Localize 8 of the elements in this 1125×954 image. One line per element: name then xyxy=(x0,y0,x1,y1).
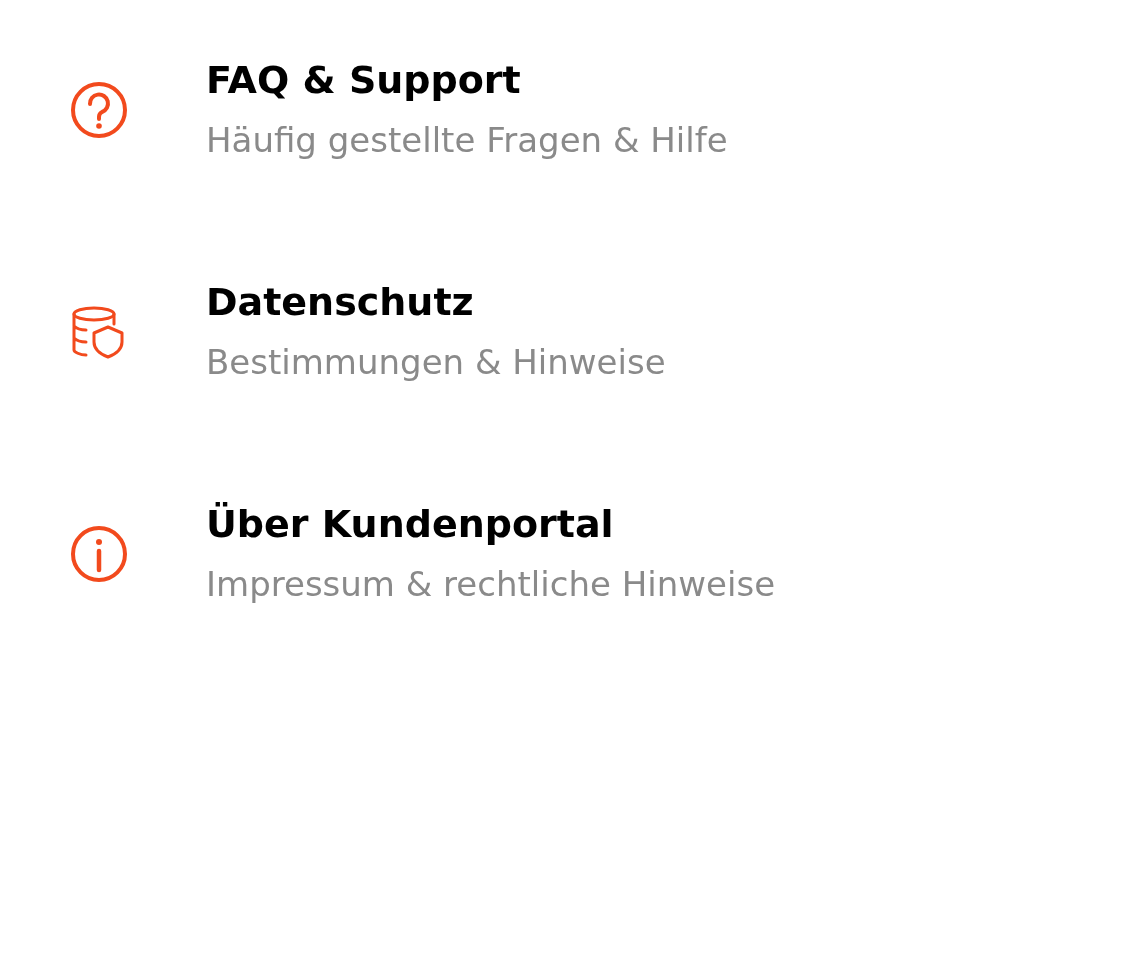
menu-item-title[interactable]: Über Kundenportal xyxy=(206,499,776,549)
menu-item-subtitle: Bestimmungen & Hinweise xyxy=(206,341,666,384)
menu-item-subtitle: Häufig gestellte Fragen & Hilfe xyxy=(206,119,728,162)
info-icon xyxy=(70,525,128,583)
menu-item-subtitle: Impressum & rechtliche Hinweise xyxy=(206,563,776,606)
help-icon xyxy=(70,81,128,139)
menu-item-title[interactable]: FAQ & Support xyxy=(206,55,728,105)
menu-item-title[interactable]: Datenschutz xyxy=(206,277,666,327)
